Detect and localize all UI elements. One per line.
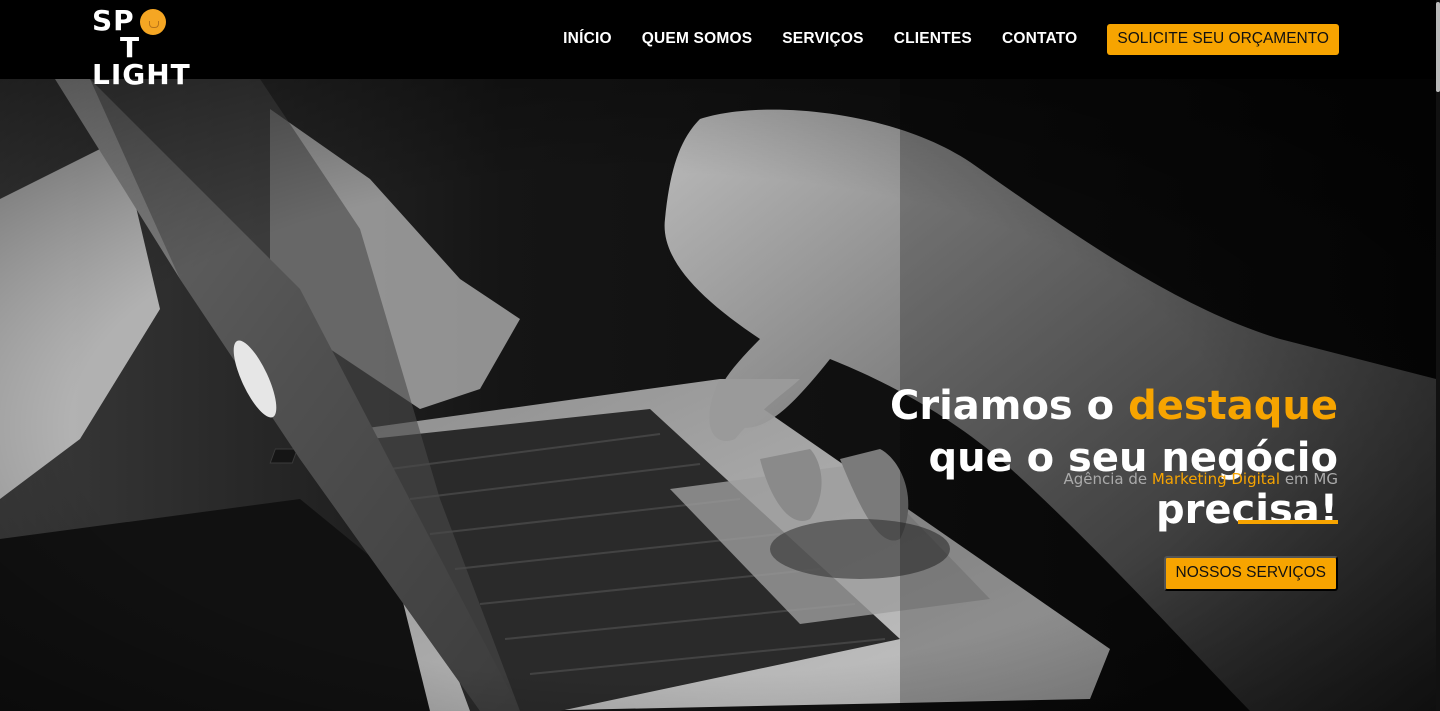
headline-accent: destaque	[1128, 383, 1338, 429]
spotlight-logo[interactable]: SP T LIGHT	[92, 4, 196, 89]
subtitle-text: Agência de	[1063, 470, 1152, 488]
top-navbar: SP T LIGHT INÍCIO QUEM SOMOS SERVIÇOS CL…	[0, 0, 1436, 89]
nav-inicio[interactable]: INÍCIO	[563, 30, 612, 48]
accent-divider	[1238, 520, 1338, 524]
subtitle-accent: Marketing Digital	[1151, 470, 1281, 488]
logo-text-light: LIGHT	[92, 58, 191, 91]
nav-servicos[interactable]: SERVIÇOS	[782, 30, 863, 48]
nav-quem-somos[interactable]: QUEM SOMOS	[642, 30, 753, 48]
hero-subtitle: Agência de Marketing Digital em MG	[1063, 470, 1338, 488]
nav-contato[interactable]: CONTATO	[1002, 30, 1077, 48]
scrollbar-thumb[interactable]	[1436, 2, 1440, 92]
subtitle-text-end: em MG	[1280, 470, 1338, 488]
main-nav: INÍCIO QUEM SOMOS SERVIÇOS CLIENTES CONT…	[563, 23, 1339, 55]
page-scrollbar[interactable]	[1436, 0, 1440, 711]
request-quote-button[interactable]: SOLICITE SEU ORÇAMENTO	[1107, 23, 1339, 55]
lightbulb-icon	[140, 9, 166, 35]
headline-line-3: precisa!	[1156, 487, 1338, 533]
logo-text-sp: SP	[92, 4, 135, 37]
hero-headline: Criamos o destaque que o seu negócio pre…	[890, 380, 1338, 536]
headline-text: Criamos o	[889, 383, 1129, 429]
logo-text-t: T	[120, 31, 141, 64]
hero-section: Criamos o destaque que o seu negócio pre…	[0, 79, 1436, 711]
our-services-button[interactable]: NOSSOS SERVIÇOS	[1163, 556, 1338, 591]
nav-clientes[interactable]: CLIENTES	[894, 30, 972, 48]
